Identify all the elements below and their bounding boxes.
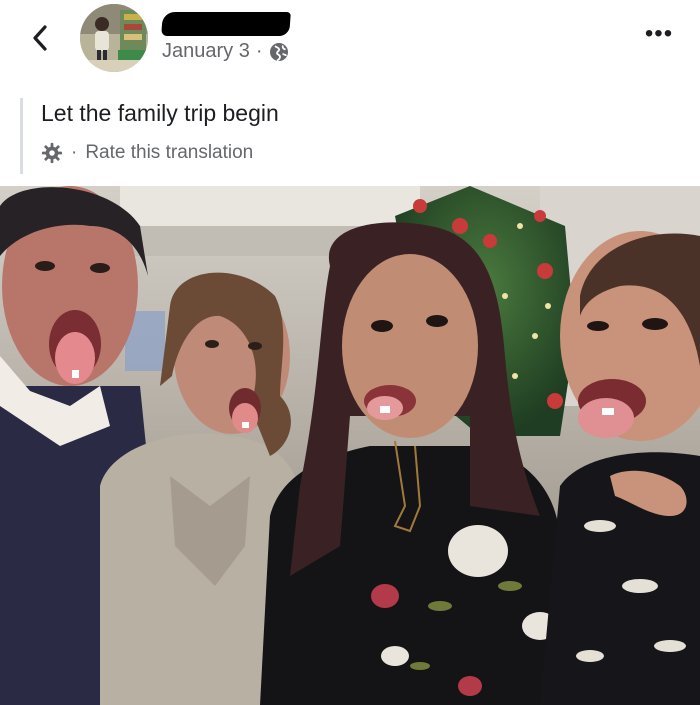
avatar-image [80,4,148,72]
translation-separator: · [71,142,78,163]
post-text-block: Let the family trip begin · Rate this tr… [20,98,683,174]
post-photo[interactable] [0,186,700,705]
rate-translation-link[interactable]: Rate this translation [85,142,253,164]
gear-icon [41,142,63,164]
avatar[interactable] [80,4,148,72]
translation-row: · Rate this translation [41,142,253,164]
redacted-name [161,12,291,36]
post-header: January 3 · ••• [0,0,700,80]
back-button[interactable] [24,18,56,58]
post-card: January 3 · ••• Let the family trip begi… [0,0,700,705]
photo-image [0,186,700,705]
chevron-left-icon [33,25,47,51]
meta-separator: · [255,40,263,62]
globe-icon [269,42,288,61]
more-options-button[interactable]: ••• [644,20,674,47]
post-meta: January 3 · [162,40,289,63]
post-text: Let the family trip begin [41,100,279,126]
more-options-icon: ••• [644,20,674,47]
post-date[interactable]: January 3 [162,40,250,63]
